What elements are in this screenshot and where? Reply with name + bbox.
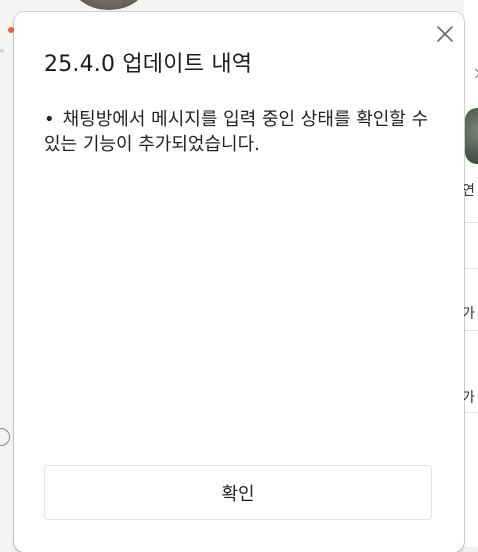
update-notes-body: 채팅방에서 메시지를 입력 중인 상태를 확인할 수 있는 기능이 추가되었습니… (44, 107, 438, 157)
background-avatar-right (465, 108, 478, 164)
background-right-panel (464, 0, 478, 547)
update-note-item: 채팅방에서 메시지를 입력 중인 상태를 확인할 수 있는 기능이 추가되었습니… (44, 107, 438, 157)
confirm-button[interactable]: 확인 (44, 465, 432, 520)
background-avatar (70, 0, 148, 10)
sidebar-dot (0, 49, 4, 53)
update-notes-dialog: 25.4.0 업데이트 내역 채팅방에서 메시지를 입력 중인 상태를 확인할 … (14, 12, 464, 552)
update-notes-list: 채팅방에서 메시지를 입력 중인 상태를 확인할 수 있는 기능이 추가되었습니… (44, 107, 438, 157)
dialog-title: 25.4.0 업데이트 내역 (44, 52, 253, 77)
divider (464, 222, 478, 223)
divider (464, 330, 478, 331)
divider (464, 268, 478, 269)
divider (464, 412, 478, 413)
close-button[interactable] (434, 23, 456, 45)
background-left-sidebar (0, 0, 14, 547)
close-icon (437, 26, 453, 42)
background-circle-icon (0, 428, 10, 446)
